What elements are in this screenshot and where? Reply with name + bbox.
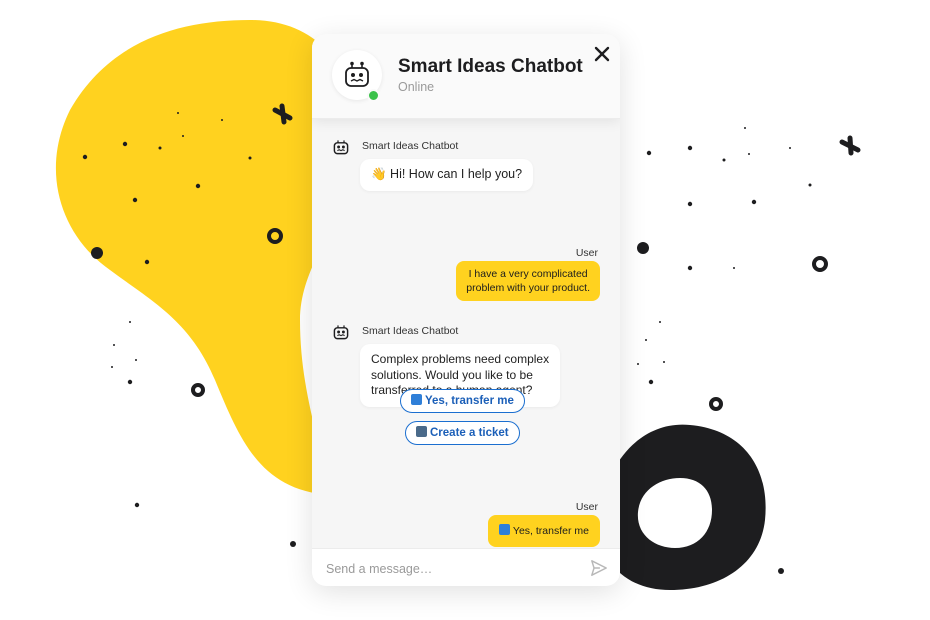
arrow-right-icon — [498, 524, 510, 535]
dot — [91, 247, 103, 259]
dot — [637, 242, 649, 254]
user-message-bubble: I have a very complicated problem with y… — [456, 261, 600, 301]
message-text: Yes, transfer me — [512, 525, 589, 537]
chat-widget: Smart Ideas Chatbot Online Smart Ideas C… — [312, 34, 620, 586]
robot-icon — [333, 140, 349, 155]
bot-message-bubble: 👋 Hi! How can I help you? — [360, 159, 534, 191]
quick-reply-label: Create a ticket — [430, 427, 509, 439]
message-text: 👋 Hi! How can I help you? — [371, 167, 523, 181]
black-ring — [599, 424, 766, 590]
message-input[interactable] — [324, 555, 578, 583]
send-icon[interactable] — [590, 559, 608, 577]
message-sender: User — [575, 501, 598, 513]
online-indicator — [367, 89, 380, 102]
arrow-right-icon — [411, 394, 422, 405]
chat-header: Smart Ideas Chatbot Online — [312, 34, 620, 119]
ring-icon — [812, 256, 828, 272]
message-sender: User — [575, 247, 598, 259]
message-text-line: Complex problems need complex — [371, 352, 550, 366]
message-text-line: problem with your product. — [466, 282, 590, 294]
message-sender: Smart Ideas Chatbot — [362, 140, 459, 152]
ring-icon — [709, 397, 723, 411]
close-icon[interactable] — [592, 44, 612, 64]
quick-reply-ticket-button[interactable]: Create a ticket — [405, 421, 520, 445]
mailbox-icon — [416, 426, 427, 437]
robot-icon — [345, 61, 369, 87]
message-text-line: solutions. Would you like to be — [371, 367, 533, 382]
chat-title: Smart Ideas Chatbot — [398, 56, 583, 77]
quick-reply-transfer-button[interactable]: Yes, transfer me — [400, 389, 525, 413]
message-sender: Smart Ideas Chatbot — [362, 325, 459, 337]
user-message-bubble: Yes, transfer me — [487, 515, 600, 547]
ring-icon — [191, 383, 205, 397]
cross-icon — [839, 135, 861, 156]
message-list: Smart Ideas Chatbot 👋 Hi! How can I help… — [312, 118, 620, 548]
robot-icon — [333, 325, 349, 340]
quick-reply-label: Yes, transfer me — [425, 395, 514, 407]
chat-status: Online — [398, 80, 435, 94]
message-composer — [312, 548, 620, 586]
message-text-line: I have a very complicated — [468, 268, 588, 280]
